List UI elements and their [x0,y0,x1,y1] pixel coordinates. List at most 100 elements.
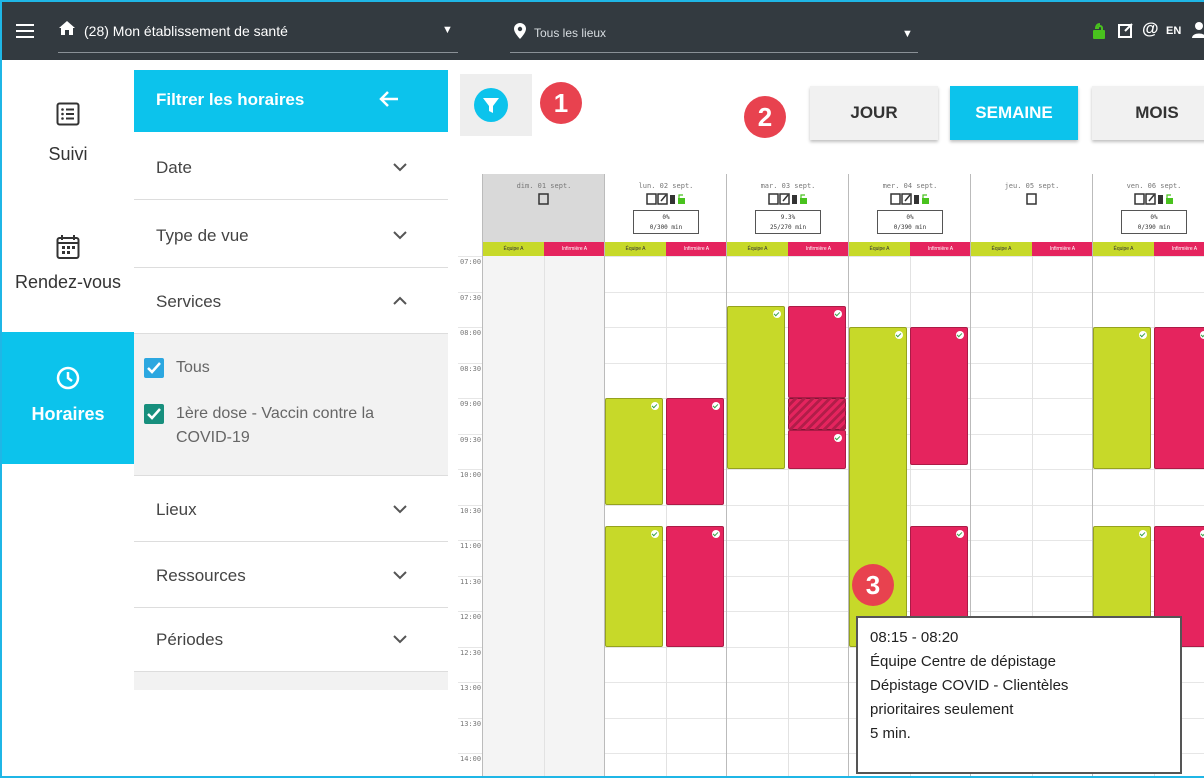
day-action-icons[interactable] [727,192,849,205]
filter-section-services[interactable]: Services [134,268,448,334]
language-toggle[interactable]: EN [1166,25,1181,37]
checkbox-vaccin-covid[interactable] [144,404,164,424]
filter-section-label: Lieux [156,500,197,519]
day-column[interactable]: mar. 03 sept. 9.3% 25/270 min Équipe A Infir… [726,174,849,776]
filter-section-lieux[interactable]: Lieux [134,476,448,542]
user-icon[interactable] [1192,22,1204,38]
schedule-block[interactable] [1154,327,1204,469]
schedule-block[interactable] [605,526,663,647]
time-label: 08:00 [460,329,482,337]
check-icon [1200,530,1204,538]
arrow-left-icon[interactable] [378,88,400,110]
tooltip-time: 08:15 - 08:20 [870,629,959,646]
checkbox-tous[interactable] [144,358,164,378]
hamburger-menu-icon[interactable] [16,24,34,38]
nav-label-suivi: Suivi [48,144,88,164]
home-icon [58,20,76,41]
time-label: 11:30 [460,578,482,586]
schedule-block[interactable] [727,306,785,469]
filter-section-type-vue[interactable]: Type de vue [134,200,448,268]
callout-marker-1: 1 [540,82,582,124]
nav-item-suivi[interactable]: Suivi [2,60,134,192]
day-occupancy-box: 9.3% 25/270 min [755,210,821,234]
day-header: mer. 04 sept. 0% 0/390 min [849,174,971,242]
check-icon [712,530,720,538]
nav-item-rendez-vous[interactable]: Rendez-vous [2,200,134,332]
resource-header-equipe: Équipe A [727,242,788,256]
establishment-select[interactable]: (28) Mon établissement de santé [84,22,288,40]
occupancy-minutes: 0/300 min [649,224,683,231]
check-icon [773,310,781,318]
schedule-block[interactable] [910,327,968,465]
day-date: dim. 01 sept. [516,182,572,190]
time-label: 09:30 [460,436,482,444]
occupancy-percent: 0% [662,214,670,221]
filter-section-ressources[interactable]: Ressources [134,542,448,608]
location-underline [510,52,918,53]
schedule-block[interactable] [788,430,846,469]
check-icon [956,530,964,538]
filter-toggle-button[interactable] [460,74,532,136]
filter-section-date[interactable]: Date [134,132,448,200]
email-icon[interactable]: @ [1142,19,1159,39]
occupancy-percent: 9.3% [780,214,796,221]
schedule-block[interactable] [788,398,846,430]
services-options: Tous 1ère dose - Vaccin contre la COVID-… [134,334,448,476]
view-week-button[interactable]: SEMAINE [950,86,1078,140]
day-date: mar. 03 sept. [760,182,816,190]
top-bar: (28) Mon établissement de santé ▼ Tous l… [2,2,1204,60]
clock-icon [56,366,80,395]
day-action-icons[interactable] [849,192,971,205]
view-day-button[interactable]: JOUR [810,86,938,140]
schedule-block[interactable] [666,398,724,505]
resource-header-equipe: Équipe A [605,242,666,256]
establishment-underline [58,52,458,53]
check-icon [956,331,964,339]
day-action-icons[interactable] [971,192,1093,205]
day-header: jeu. 05 sept. [971,174,1093,242]
tooltip-service-2: prioritaires seulement [870,701,1014,718]
day-action-icons[interactable] [1093,192,1204,205]
chevron-down-icon [393,571,407,580]
occupancy-percent: 0% [906,214,914,221]
day-action-icons[interactable] [605,192,727,205]
time-label: 12:00 [460,613,482,621]
tooltip-duration: 5 min. [870,725,911,742]
time-label: 12:30 [460,649,482,657]
check-icon [834,310,842,318]
appointment-tooltip: 08:15 - 08:20 Équipe Centre de dépistage… [856,616,1182,774]
location-select[interactable]: Tous les lieux [534,26,606,40]
resource-header-infirmiere: Infirmière A [1032,242,1093,256]
nav-item-horaires[interactable]: Horaires [2,332,134,464]
tooltip-service: Dépistage COVID - Clientèles [870,677,1069,694]
schedule-block[interactable] [1093,327,1151,469]
check-icon [1200,331,1204,339]
chevron-up-icon [393,296,407,305]
resource-header-infirmiere: Infirmière A [1154,242,1204,256]
filter-panel: Filtrer les horaires Date Type de vue Se… [134,70,448,690]
edit-icon[interactable] [1118,22,1134,38]
occupancy-minutes: 0/390 min [893,224,927,231]
chevron-down-icon[interactable]: ▼ [442,24,453,36]
checkbox-label-tous: Tous [176,359,210,376]
chevron-down-icon [393,635,407,644]
occupancy-minutes: 0/390 min [1137,224,1171,231]
time-label: 10:00 [460,471,482,479]
day-column[interactable]: dim. 01 sept. Équipe A Infirmière A [482,174,605,776]
nav-label-horaires: Horaires [31,404,105,424]
resource-header-equipe: Équipe A [849,242,910,256]
checkbox-label-vaccin: 1ère dose - Vaccin contre la [176,405,375,422]
time-label: 13:00 [460,684,482,692]
check-icon [895,331,903,339]
view-month-button[interactable]: MOIS [1092,86,1204,140]
chevron-down-icon [393,231,407,240]
day-action-icons[interactable] [483,192,605,205]
chevron-down-icon[interactable]: ▼ [902,28,913,40]
day-header: mar. 03 sept. 9.3% 25/270 min [727,174,849,242]
schedule-block[interactable] [788,306,846,398]
schedule-block[interactable] [666,526,724,647]
filter-section-periodes[interactable]: Périodes [134,608,448,672]
unlock-icon[interactable] [1092,22,1108,40]
chevron-down-icon [393,505,407,514]
schedule-block[interactable] [605,398,663,505]
